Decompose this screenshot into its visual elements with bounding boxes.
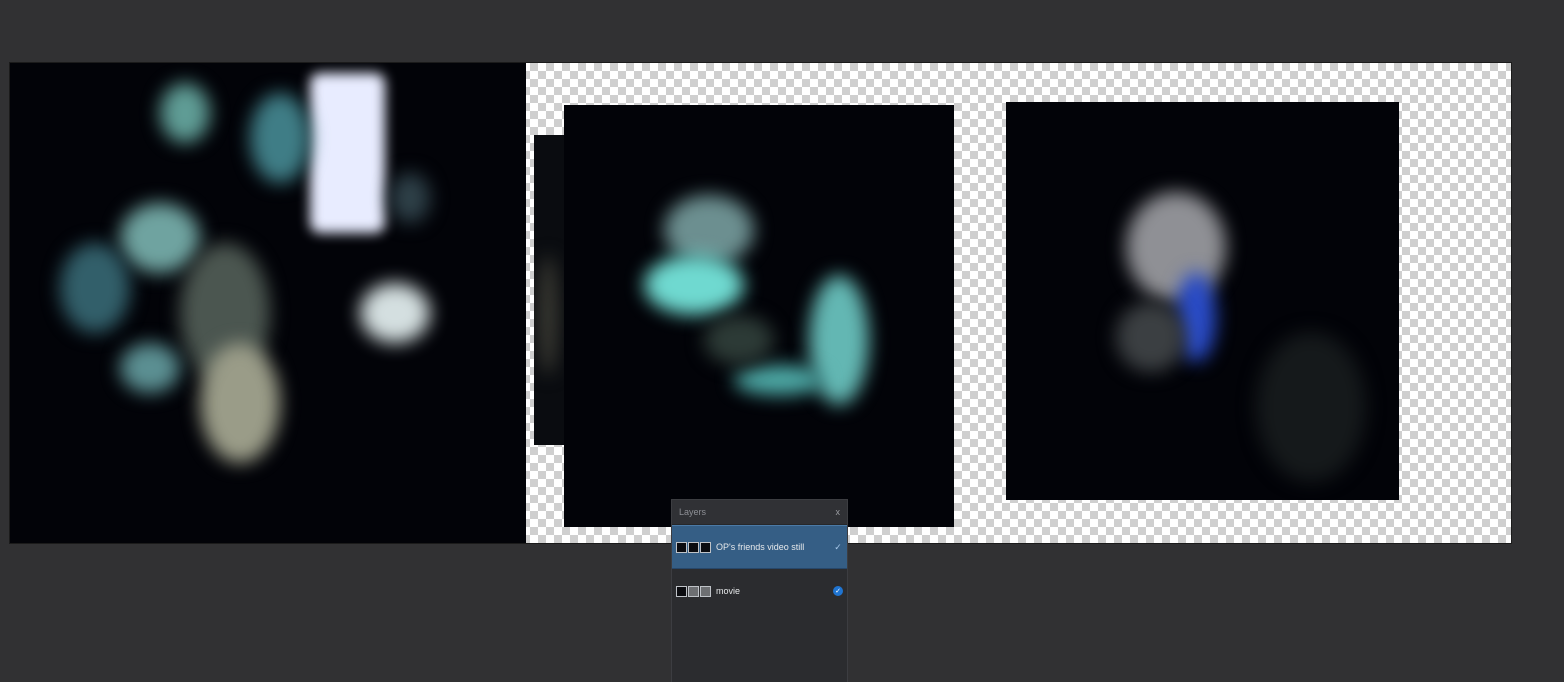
document-canvas[interactable] [9, 62, 1512, 544]
highlight-shape [1116, 302, 1186, 372]
layer-thumbnail [676, 541, 687, 553]
layer-thumbnail [676, 585, 687, 597]
checkmark-icon[interactable]: ✓ [833, 586, 843, 596]
highlight-shape [664, 195, 754, 265]
highlight-shape [60, 243, 130, 333]
highlight-shape [538, 255, 558, 375]
layer-thumbnail [688, 541, 699, 553]
checkmark-icon[interactable]: ✓ [833, 542, 843, 552]
layer-thumbnail-icon [676, 585, 711, 597]
layer-thumbnail-icon [676, 541, 711, 553]
layer-name: OP's friends video still [716, 542, 805, 552]
highlight-shape [1256, 332, 1366, 482]
video-still-image-center [564, 105, 954, 527]
layer-thumbnail [700, 585, 711, 597]
highlight-shape [200, 343, 280, 463]
layer-row-video-still[interactable]: OP's friends video still ✓ [672, 525, 847, 569]
layer-thumbnail [688, 585, 699, 597]
highlight-shape [734, 365, 824, 395]
highlight-shape [360, 283, 430, 343]
highlight-shape [120, 343, 180, 393]
layer-thumbnail [700, 541, 711, 553]
highlight-shape [704, 315, 774, 365]
highlight-shape [160, 83, 210, 143]
video-still-image-edge [534, 135, 566, 445]
highlight-shape [120, 203, 200, 273]
highlight-shape [1126, 192, 1226, 302]
bright-light-shape [310, 73, 385, 233]
close-icon[interactable]: x [836, 507, 841, 517]
highlight-shape [250, 93, 310, 183]
layer-row-movie[interactable]: movie ✓ [672, 569, 847, 613]
layer-name: movie [716, 586, 741, 596]
highlight-shape [644, 255, 744, 315]
video-still-image-left [10, 63, 526, 543]
highlight-shape [390, 173, 430, 223]
layers-panel-title: Layers [679, 507, 707, 517]
video-still-image-right [1006, 102, 1399, 500]
layers-panel-header[interactable]: Layers x [672, 500, 847, 525]
layers-panel: Layers x OP's friends video still ✓ movi… [671, 499, 848, 682]
workspace: Layers x OP's friends video still ✓ movi… [0, 0, 1564, 682]
